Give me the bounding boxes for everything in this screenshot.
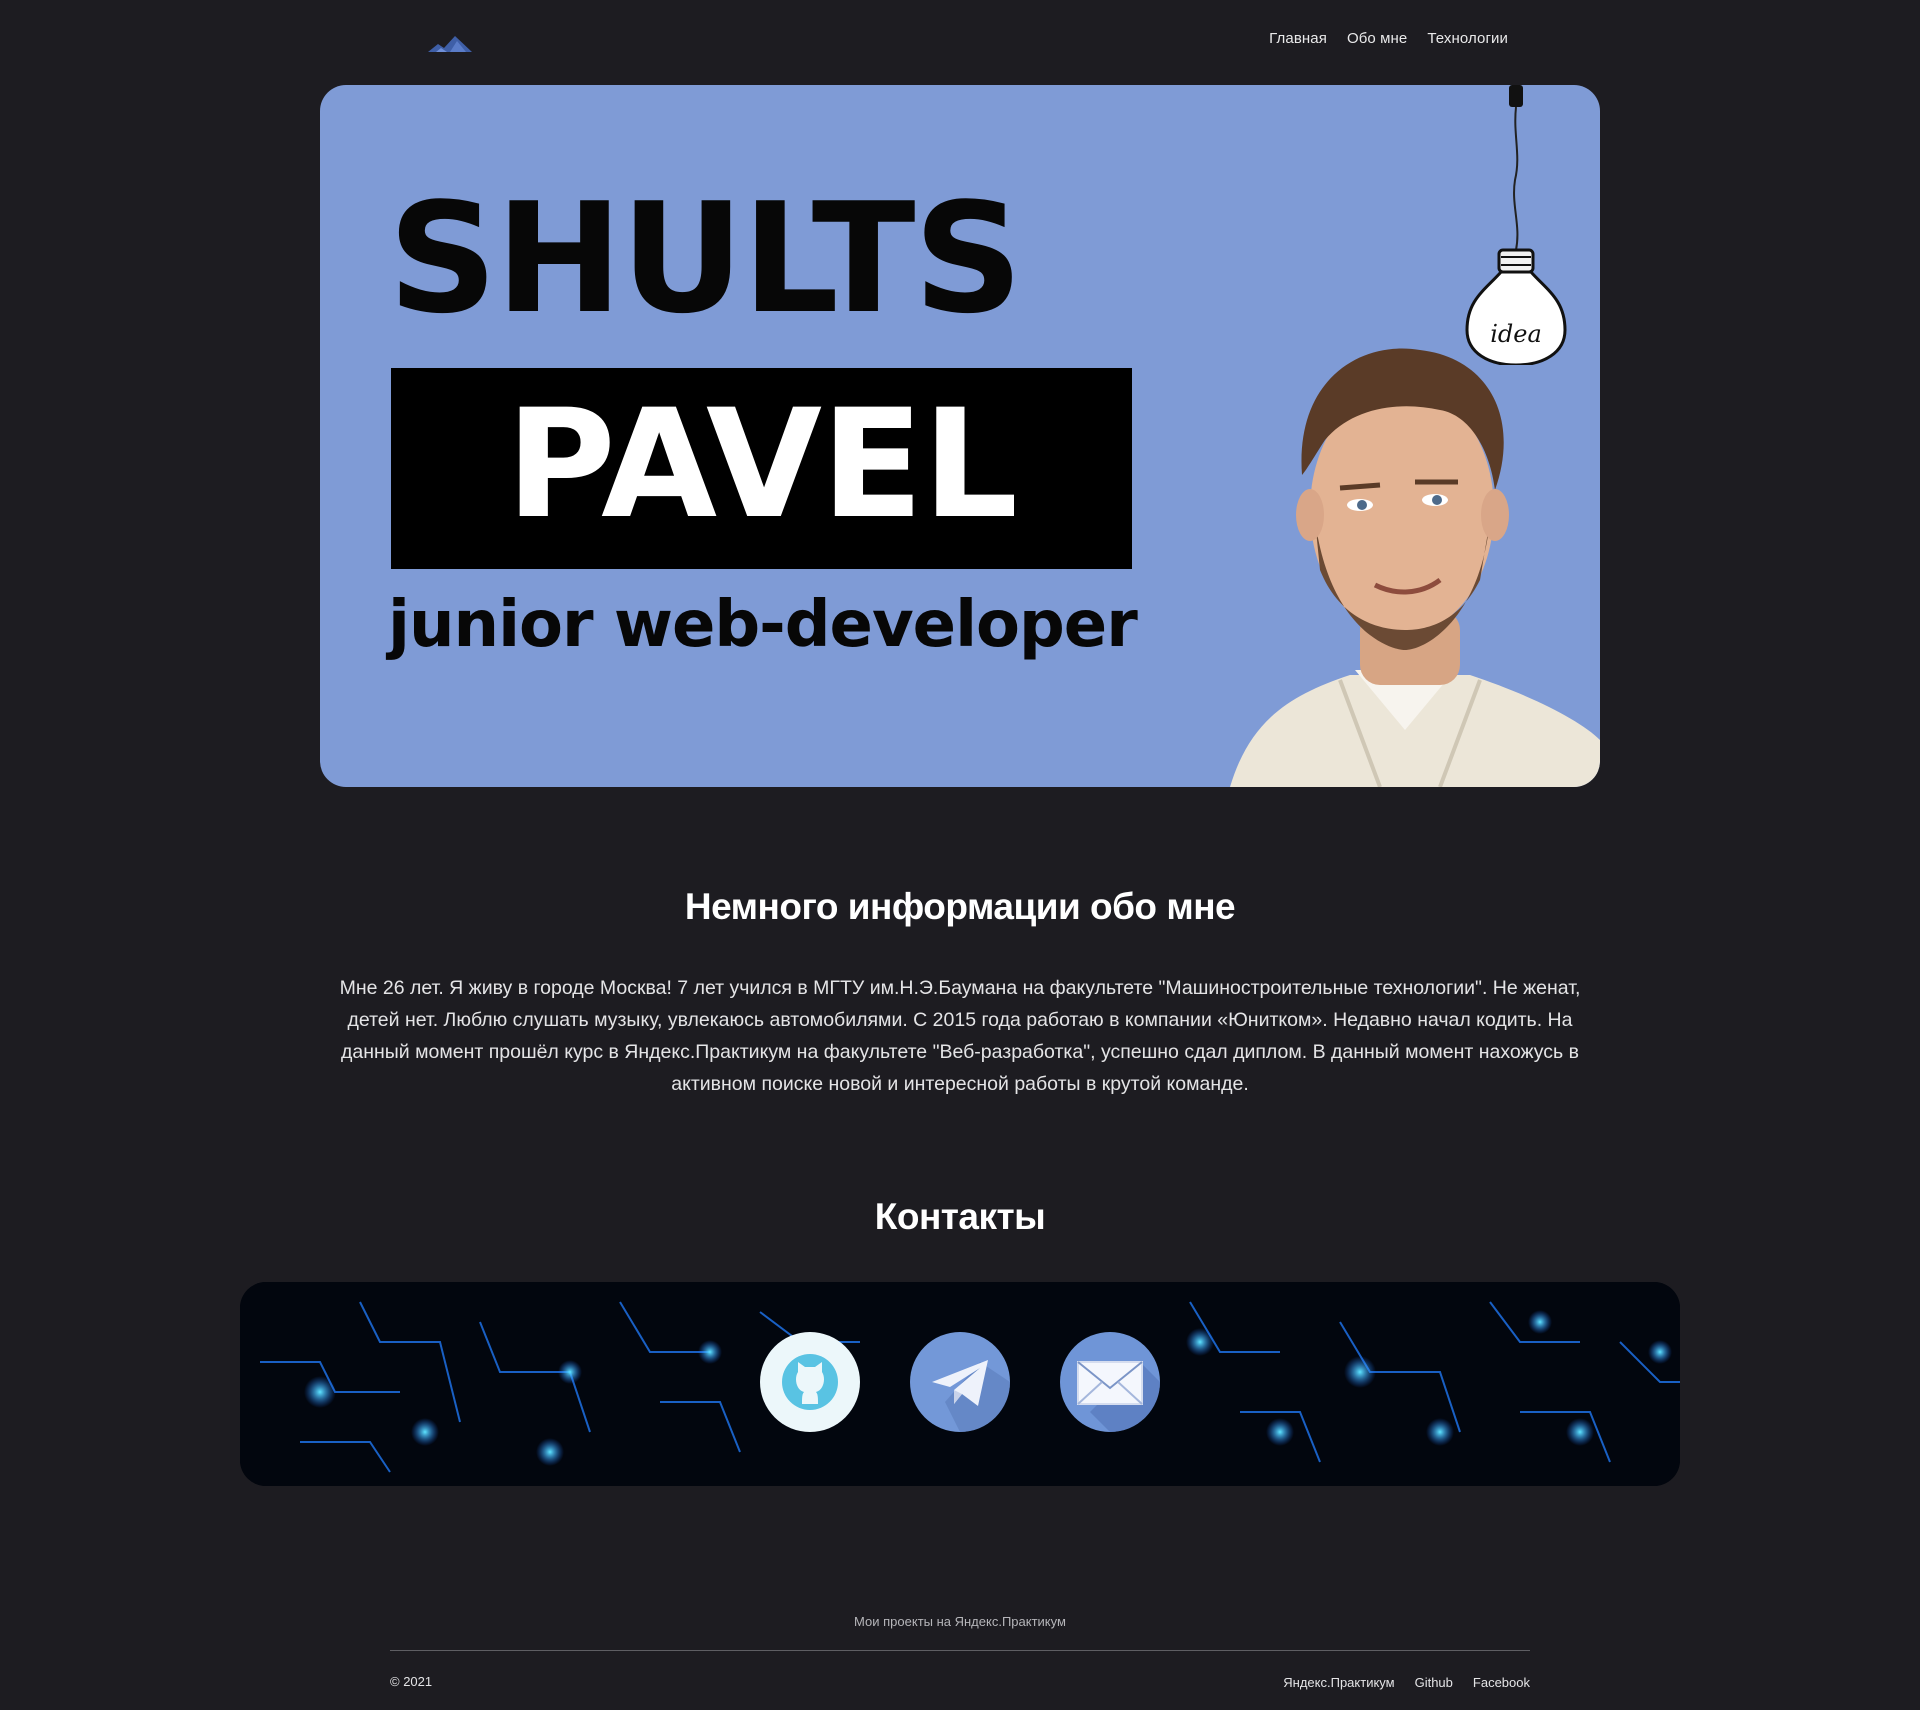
nav-link-about[interactable]: Обо мне xyxy=(1347,30,1407,47)
about-text: Мне 26 лет. Я живу в городе Москва! 7 ле… xyxy=(339,977,1581,1095)
hero-name-box: PAVEL xyxy=(391,368,1132,569)
footer-link-facebook[interactable]: Facebook xyxy=(1473,1675,1530,1690)
hero-surname: SHULTS xyxy=(388,170,1023,347)
github-link[interactable] xyxy=(760,1332,860,1432)
footer-link-github[interactable]: Github xyxy=(1415,1675,1453,1690)
footer-link-practicum[interactable]: Яндекс.Практикум xyxy=(1283,1675,1394,1690)
nav-link-technologies[interactable]: Технологии xyxy=(1427,30,1508,47)
hero-banner: SHULTS PAVEL junior web-developer idea xyxy=(320,85,1600,787)
footer-links: Яндекс.Практикум Github Facebook xyxy=(1283,1675,1530,1690)
about-title: Немного информации обо мне xyxy=(684,886,1236,927)
telegram-icon xyxy=(910,1332,1010,1432)
site-header: Главная Обо мне Технологии xyxy=(0,0,1920,84)
hero-name: PAVEL xyxy=(505,378,1018,552)
footer-caption: Мои проекты на Яндекс.Практикум xyxy=(854,1614,1066,1629)
mountains-icon xyxy=(428,36,472,52)
telegram-link[interactable] xyxy=(910,1332,1010,1432)
nav-link-home[interactable]: Главная xyxy=(1269,30,1327,47)
logo-link[interactable] xyxy=(428,32,472,54)
footer-divider xyxy=(390,1650,1530,1651)
main-nav: Главная Обо мне Технологии xyxy=(1269,30,1508,47)
footer-copyright: © 2021 xyxy=(390,1674,433,1689)
mail-icon xyxy=(1060,1332,1160,1432)
hero-role: junior web-developer xyxy=(388,588,1138,662)
contacts-panel xyxy=(240,1282,1680,1486)
portrait-photo xyxy=(1230,348,1600,787)
mail-link[interactable] xyxy=(1060,1332,1160,1432)
github-icon xyxy=(760,1332,860,1432)
contacts-title: Контакты xyxy=(874,1196,1046,1237)
